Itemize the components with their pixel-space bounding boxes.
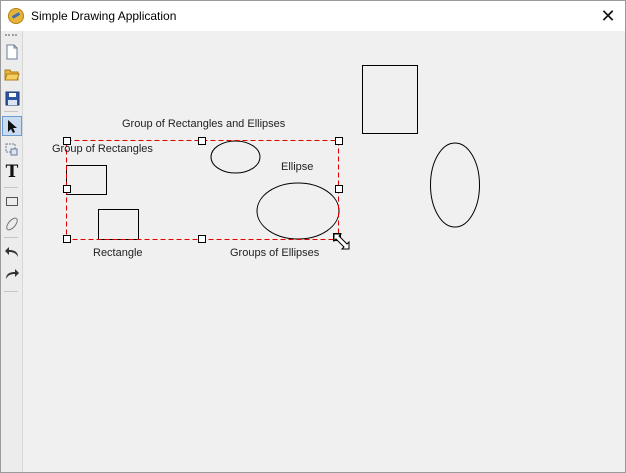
resize-handle[interactable] [198, 235, 206, 243]
toolbar-separator [4, 291, 18, 292]
rectangle-tool-icon [6, 197, 18, 206]
undo-icon [5, 247, 18, 257]
ellipse-shape[interactable] [210, 140, 261, 174]
group-select-tool-button[interactable] [3, 140, 21, 158]
selection-box [66, 140, 339, 240]
toolbar-separator [4, 237, 18, 238]
ellipse-tool-button[interactable] [3, 215, 21, 233]
group-select-icon [5, 143, 18, 156]
rectangle-shape[interactable] [66, 165, 107, 195]
resize-handle[interactable] [63, 185, 71, 193]
new-file-button[interactable] [3, 43, 21, 61]
ellipse-shape[interactable] [256, 182, 340, 240]
resize-cursor-icon [333, 233, 350, 250]
new-file-icon [6, 44, 18, 60]
drawing-canvas[interactable]: Group of Rectangles and Ellipses Group o… [23, 31, 625, 472]
resize-handle[interactable] [335, 137, 343, 145]
resize-handle[interactable] [335, 185, 343, 193]
ellipse-shape[interactable] [430, 142, 480, 228]
ellipse-label: Ellipse [281, 161, 314, 173]
rectangle-label: Rectangle [93, 247, 143, 259]
redo-icon [6, 269, 19, 279]
toolbar-separator [4, 187, 18, 188]
rectangle-tool-button[interactable] [3, 192, 21, 210]
undo-button[interactable] [3, 243, 21, 261]
text-tool-button[interactable]: T [3, 162, 21, 182]
resize-handle[interactable] [198, 137, 206, 145]
open-folder-icon [4, 69, 20, 81]
app-window: Simple Drawing Application ✕ T Group of … [0, 0, 626, 473]
tool-bar: T [1, 31, 23, 472]
open-button[interactable] [3, 65, 21, 83]
ellipse-tool-icon [6, 217, 18, 231]
toolbar-grip[interactable] [5, 34, 17, 38]
rectangle-shape[interactable] [98, 209, 139, 240]
close-button[interactable]: ✕ [596, 4, 620, 28]
title-bar[interactable]: Simple Drawing Application ✕ [1, 1, 625, 31]
select-arrow-icon [8, 119, 17, 133]
redo-button[interactable] [3, 265, 21, 283]
toolbar-separator [4, 111, 18, 112]
save-button[interactable] [3, 89, 21, 107]
text-tool-icon: T [5, 162, 19, 182]
group-all-label: Group of Rectangles and Ellipses [122, 118, 286, 130]
rectangle-shape[interactable] [362, 65, 418, 134]
window-title: Simple Drawing Application [31, 9, 177, 23]
group-ellipses-label: Groups of Ellipses [230, 247, 320, 259]
save-icon [5, 91, 19, 105]
app-logo-icon [8, 8, 24, 24]
select-tool-button[interactable] [2, 116, 22, 136]
resize-handle[interactable] [63, 235, 71, 243]
group-rectangles-label: Group of Rectangles [52, 143, 153, 155]
